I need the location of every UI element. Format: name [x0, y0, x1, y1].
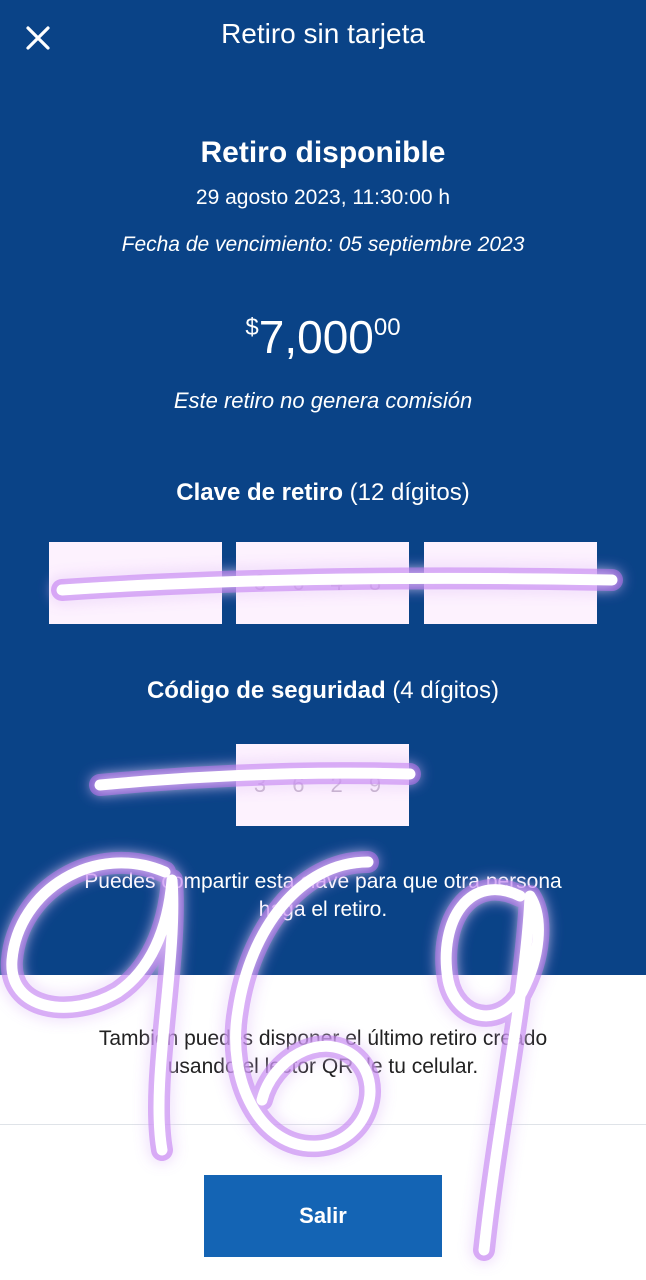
withdrawal-key-group-1 — [49, 542, 222, 624]
amount-cents: 00 — [373, 314, 401, 341]
security-code-label-bold: Código de seguridad — [146, 677, 386, 704]
security-code-box: 3 6 2 9 — [236, 744, 409, 826]
withdrawal-key-group-2: 3 6 4 8 — [236, 542, 409, 624]
fee-note: Este retiro no genera comisión — [173, 388, 473, 413]
amount: $7,00000 — [0, 310, 646, 364]
page-title: Retiro sin tarjeta — [221, 18, 425, 49]
share-note: Puedes compartir esta clave para que otr… — [84, 870, 562, 921]
withdrawal-key-group-3 — [424, 542, 597, 624]
withdrawal-title: Retiro disponible — [200, 136, 446, 169]
expiry-date: Fecha de vencimiento: 05 septiembre 2023 — [121, 233, 525, 256]
qr-note: También puedes disponer el último retiro… — [98, 1027, 548, 1078]
divider — [0, 1124, 646, 1125]
amount-main: 7,000 — [258, 311, 374, 363]
exit-button[interactable]: Salir — [204, 1175, 442, 1257]
security-code-label: Código de seguridad (4 dígitos) — [0, 677, 646, 705]
withdrawal-key-label-bold: Clave de retiro — [176, 479, 343, 506]
withdrawal-datetime: 29 agosto 2023, 11:30:00 h — [195, 186, 451, 209]
security-code-label-note: (4 dígitos) — [392, 677, 500, 704]
amount-currency: $ — [245, 314, 259, 341]
withdrawal-key-label-note: (12 dígitos) — [349, 479, 470, 506]
withdrawal-key-label: Clave de retiro (12 dígitos) — [0, 479, 646, 507]
